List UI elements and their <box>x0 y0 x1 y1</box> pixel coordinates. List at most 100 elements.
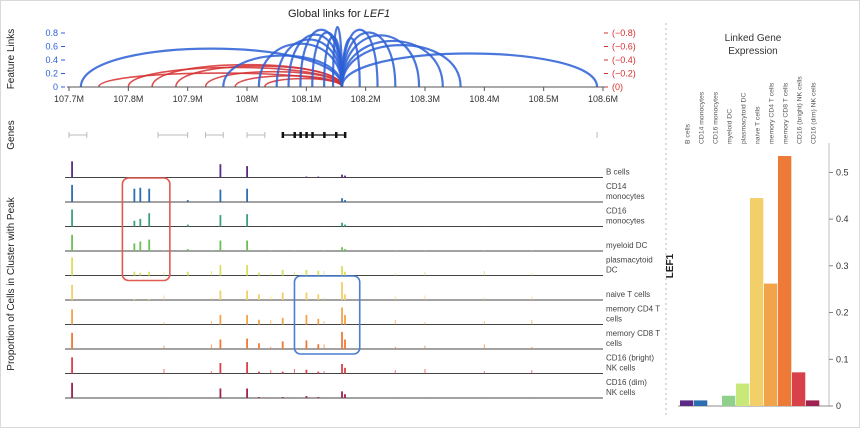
track-label: monocytes <box>606 217 645 226</box>
coverage-minor-peak <box>210 397 212 398</box>
track-label: NK cells <box>606 388 635 397</box>
coverage-minor-peak <box>163 345 165 349</box>
coverage-peak <box>246 214 248 227</box>
coverage-peak <box>186 249 189 251</box>
expression-bar <box>750 198 764 406</box>
coverage-peak <box>344 294 346 300</box>
coverage-minor-peak <box>323 201 325 202</box>
coverage-minor-peak <box>323 344 325 349</box>
coverage-peak <box>344 271 346 276</box>
coverage-peak <box>281 371 284 374</box>
coverage-minor-peak <box>394 273 396 276</box>
expression-bar <box>722 395 736 406</box>
coverage-peak <box>341 331 343 349</box>
coverage-minor-peak <box>323 297 325 300</box>
coverage-minor-peak <box>424 201 426 202</box>
coverage-peak <box>258 397 260 398</box>
bar-category-label: CD14 monocytes <box>699 91 706 144</box>
coverage-minor-peak <box>210 297 212 300</box>
bar-category-label: myeloid DC <box>727 109 734 144</box>
coverage-peak <box>71 284 73 300</box>
coverage-peak <box>219 290 222 300</box>
highlight-boxes <box>121 177 361 355</box>
coverage-peak <box>246 265 248 276</box>
coverage-minor-peak <box>270 296 272 300</box>
coverage-minor-peak <box>531 346 533 349</box>
bar-category-label: plasmacytoid DC <box>741 93 748 144</box>
neg-tick-label: (−0.6) <box>612 42 636 52</box>
coverage-minor-peak <box>424 368 426 374</box>
coverage-minor-peak <box>531 319 533 325</box>
coverage-peak <box>344 339 346 349</box>
coverage-minor-peak <box>483 344 485 349</box>
coverage-minor-peak <box>270 250 272 251</box>
coverage-minor-peak <box>531 201 533 202</box>
coverage-peak <box>344 175 346 178</box>
coverage-peak <box>219 339 222 349</box>
coverage-minor-peak <box>531 397 533 398</box>
coverage-peak <box>219 215 222 227</box>
coverage-peak <box>148 271 151 276</box>
neg-tick-label: (−0.4) <box>612 55 636 65</box>
bar-category-label: CD16 (bright) NK cells <box>797 76 804 144</box>
chart-canvas: Global links for LEF1 Feature Links Gene… <box>6 8 849 416</box>
coverage-minor-peak <box>163 272 165 276</box>
track-label: myeloid DC <box>606 241 648 250</box>
lef1-exon <box>281 132 285 138</box>
pos-tick-label: 0 <box>53 82 58 92</box>
neg-tick-label: (−0.2) <box>612 69 636 79</box>
feature-links-panel <box>79 25 599 88</box>
track-label: monocytes <box>606 192 645 201</box>
coverage-minor-peak <box>483 297 485 300</box>
coverage-minor-peak <box>323 270 325 276</box>
track-label: DC <box>606 266 618 275</box>
coverage-peak <box>344 249 346 251</box>
coverage-peak <box>341 391 343 398</box>
proportion-label: Proportion of Cells in Cluster with Peak <box>6 196 17 370</box>
expression-bar <box>792 372 806 406</box>
genes-track <box>68 132 598 138</box>
coverage-peak <box>139 272 142 276</box>
coverage-minor-peak <box>531 296 533 300</box>
coverage-minor-peak <box>394 250 396 251</box>
coverage-minor-peak <box>323 176 325 178</box>
x-tick-label: 108.1M <box>291 94 321 104</box>
pos-tick-label: 0.8 <box>45 28 58 38</box>
coverage-peak <box>341 198 343 202</box>
coverage-minor-peak <box>394 296 396 300</box>
pos-tick-label: 0.2 <box>45 69 58 79</box>
coverage-peak <box>219 164 222 178</box>
coverage-minor-peak <box>323 397 325 398</box>
x-tick-label: 107.7M <box>54 94 84 104</box>
genes-label: Genes <box>6 120 17 149</box>
coverage-minor-peak <box>163 295 165 300</box>
lef1-exon <box>323 132 326 138</box>
bar-category-label: CD16 (dim) NK cells <box>811 82 818 144</box>
coverage-peak <box>317 176 320 178</box>
coverage-peak <box>219 388 222 398</box>
linked-gene-bars: 0.5 0.4 0.3 0.2 0.1 0 B cells CD14 monocytes CD1… <box>678 76 849 411</box>
coverage-peak <box>219 363 222 374</box>
coverage-peak <box>341 307 343 325</box>
coverage-peak <box>258 294 260 300</box>
coverage-peak <box>219 265 222 276</box>
track-label: CD16 (dim) <box>606 378 647 387</box>
expression-bar <box>680 400 694 406</box>
coverage-peak <box>305 315 308 325</box>
track-label: cells <box>606 339 622 348</box>
coverage-minor-peak <box>163 322 165 325</box>
coverage-minor-peak <box>270 397 272 398</box>
coverage-peak <box>246 188 248 202</box>
coverage-peak <box>341 281 343 300</box>
coverage-peak <box>258 343 260 349</box>
track-label: cells <box>606 315 622 324</box>
coverage-minor-peak <box>483 397 485 398</box>
coverage-minor-peak <box>323 250 325 251</box>
coverage-peak <box>246 362 248 374</box>
coverage-minor-peak <box>210 321 212 325</box>
track-label: B cells <box>606 168 630 177</box>
coverage-peak <box>305 340 308 349</box>
coverage-minor-peak <box>293 397 295 398</box>
coverage-minor-peak <box>270 225 272 227</box>
x-tick-label: 108.5M <box>529 94 559 104</box>
